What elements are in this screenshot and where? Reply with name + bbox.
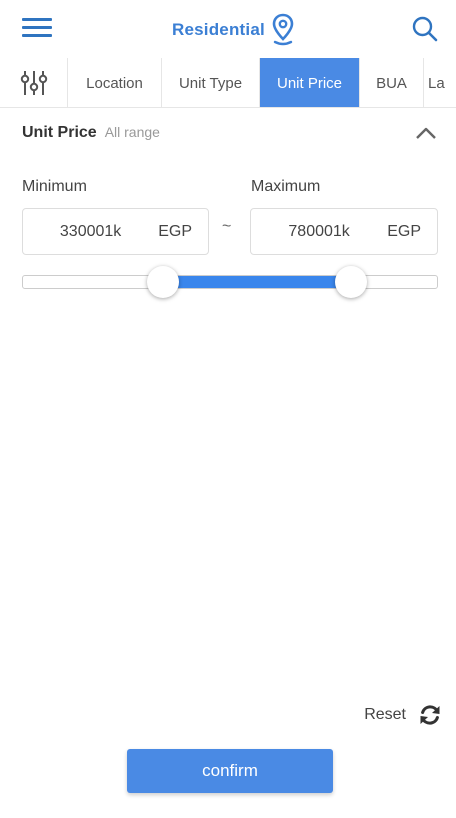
range-separator: ~ bbox=[222, 218, 232, 235]
tab-location[interactable]: Location bbox=[68, 58, 162, 107]
page-title: Residential bbox=[172, 20, 265, 39]
tab-unit-price[interactable]: Unit Price bbox=[260, 58, 360, 107]
price-range-slider-fill bbox=[163, 276, 351, 288]
reset-button[interactable]: Reset bbox=[364, 702, 442, 728]
tab-land[interactable]: La bbox=[424, 58, 456, 107]
search-icon bbox=[412, 16, 438, 42]
maximum-price-field[interactable]: 780001k EGP bbox=[250, 208, 438, 255]
search-button[interactable] bbox=[410, 14, 440, 44]
maximum-currency: EGP bbox=[387, 222, 421, 240]
tab-bua[interactable]: BUA bbox=[360, 58, 424, 107]
reset-label: Reset bbox=[364, 706, 406, 723]
section-title: Unit Price bbox=[22, 124, 97, 141]
maximum-label: Maximum bbox=[251, 178, 321, 195]
chevron-up-icon[interactable] bbox=[414, 124, 438, 144]
sliders-icon bbox=[20, 71, 47, 95]
section-subtitle: All range bbox=[104, 124, 160, 140]
filter-settings-button[interactable] bbox=[0, 58, 68, 107]
minimum-price-value: 330001k bbox=[59, 222, 122, 240]
menu-button[interactable] bbox=[18, 14, 58, 44]
minimum-currency: EGP bbox=[158, 222, 192, 240]
minimum-label: Minimum bbox=[22, 178, 87, 195]
minimum-price-field[interactable]: 330001k EGP bbox=[22, 208, 209, 255]
refresh-icon bbox=[420, 705, 440, 725]
confirm-button[interactable]: confirm bbox=[127, 749, 333, 793]
unit-price-section-header: Unit Price All range bbox=[22, 124, 440, 146]
map-pin-icon bbox=[272, 13, 294, 46]
tab-unit-type[interactable]: Unit Type bbox=[162, 58, 260, 107]
maximum-price-value: 780001k bbox=[288, 222, 350, 240]
top-app-bar: Residential bbox=[0, 0, 456, 58]
filter-tabs: Location Unit Type Unit Price BUA La bbox=[0, 58, 456, 108]
header-title-group[interactable]: Residential bbox=[172, 12, 297, 48]
slider-max-handle[interactable] bbox=[334, 266, 367, 298]
slider-min-handle[interactable] bbox=[147, 266, 180, 298]
